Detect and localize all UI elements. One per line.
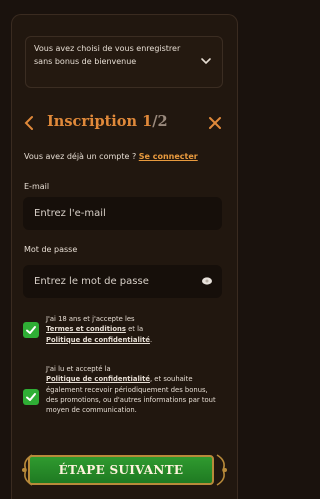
password-field[interactable]: Entrez le mot de passe (23, 265, 222, 298)
login-link[interactable]: Se connecter (139, 152, 198, 161)
next-step-button[interactable]: ÉTAPE SUIVANTE (28, 455, 214, 485)
bonus-notice-text: Vous avez choisi de vous enregistrer san… (34, 44, 181, 66)
marketing-consent-text: J'ai lu et accepté la Politique de confi… (46, 364, 216, 415)
page-title: Inscription 1/2 (47, 113, 168, 130)
step-current: 1 (142, 113, 153, 130)
eye-icon[interactable] (200, 276, 214, 286)
terms-link[interactable]: Termes et conditions (46, 325, 126, 333)
terms-text-3: . (149, 335, 153, 344)
chevron-down-icon (201, 58, 211, 65)
close-icon[interactable] (208, 116, 222, 130)
terms-text-2: et la (128, 325, 144, 334)
login-prompt-line: Vous avez déjà un compte ? Se connecter (24, 152, 198, 161)
check-icon (26, 326, 36, 334)
ornament-right-icon (216, 454, 227, 486)
email-field[interactable]: Entrez l'e-mail (23, 197, 222, 230)
terms-consent-text: J'ai 18 ans et j'accepte les Termes et c… (46, 314, 216, 345)
password-placeholder: Entrez le mot de passe (34, 276, 149, 287)
email-label: E-mail (24, 182, 50, 191)
bonus-notice-dropdown[interactable]: Vous avez choisi de vous enregistrer san… (25, 36, 223, 88)
privacy-link[interactable]: Politique de confidentialité (46, 336, 150, 344)
marketing-text-1: J'ai lu et accepté la (46, 365, 111, 373)
step-total: /2 (152, 113, 168, 130)
login-prompt: Vous avez déjà un compte ? (24, 152, 137, 161)
marketing-checkbox[interactable] (23, 389, 39, 405)
password-label: Mot de passe (24, 245, 78, 254)
title-text: Inscription (47, 113, 138, 130)
marketing-privacy-link[interactable]: Politique de confidentialité (46, 375, 150, 383)
terms-text-1: J'ai 18 ans et j'accepte les (46, 315, 135, 323)
check-icon (26, 393, 36, 401)
terms-checkbox[interactable] (23, 322, 39, 338)
chevron-left-icon[interactable] (23, 115, 35, 131)
